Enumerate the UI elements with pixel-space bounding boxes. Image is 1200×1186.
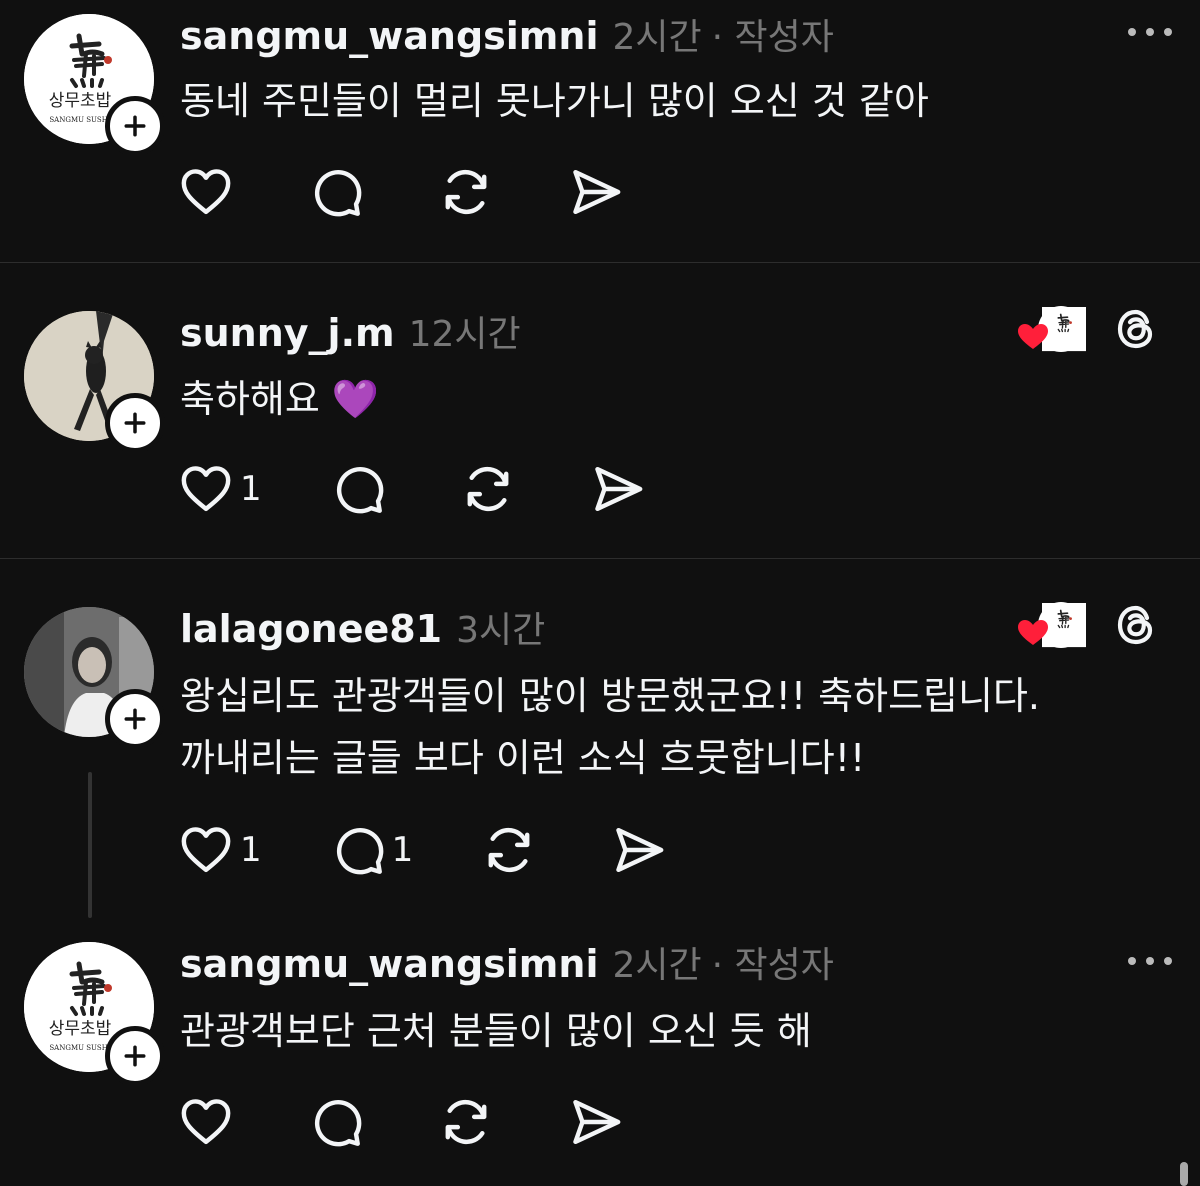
timestamp[interactable]: 2시간 bbox=[612, 936, 701, 988]
comment-text-line: 왕십리도 관광객들이 많이 방문했군요!! 축하드립니다. bbox=[180, 674, 1040, 718]
action-bar: 1 bbox=[178, 461, 720, 517]
action-bar bbox=[178, 1094, 698, 1150]
comment-icon bbox=[308, 1094, 364, 1150]
username[interactable]: lalagonee81 bbox=[180, 607, 442, 651]
reply-button[interactable] bbox=[308, 164, 364, 220]
plus-icon bbox=[120, 704, 150, 734]
logo-caption: 상무초밥 bbox=[49, 91, 112, 111]
threads-icon[interactable] bbox=[1112, 305, 1160, 353]
repost-icon bbox=[481, 822, 537, 878]
comment-text: 동네 주민들이 멀리 못나가니 많이 오신 것 같아 bbox=[180, 70, 929, 132]
repost-button[interactable] bbox=[438, 1094, 494, 1150]
repost-icon bbox=[438, 164, 494, 220]
comment-text: 축하해요 💜 bbox=[180, 368, 379, 430]
author-tag: · 작성자 bbox=[711, 945, 834, 986]
comment-icon bbox=[308, 164, 364, 220]
logo-caption-en: SANGMU SUSHI bbox=[49, 116, 110, 124]
username[interactable]: sunny_j.m bbox=[180, 311, 395, 355]
username[interactable]: sangmu_wangsimni bbox=[180, 942, 598, 986]
repost-button[interactable] bbox=[481, 822, 537, 878]
liked-by-author-badge[interactable] bbox=[1016, 601, 1087, 653]
share-button[interactable] bbox=[568, 1094, 624, 1150]
comment-header: sunny_j.m 12시간 bbox=[180, 305, 521, 357]
comment-4: 상무초밥 SANGMU SUSHI sangmu_wangsimni 2시간 ·… bbox=[0, 920, 1200, 1180]
reply-count: 1 bbox=[391, 830, 414, 870]
timestamp[interactable]: 12시간 bbox=[409, 305, 521, 357]
comment-text: 관광객보단 근처 분들이 많이 오신 듯 해 bbox=[180, 1000, 812, 1062]
comment-text-line: 관광객보단 근처 분들이 많이 오신 듯 해 bbox=[180, 1009, 812, 1053]
action-bar bbox=[178, 164, 698, 220]
comment-icon bbox=[330, 822, 386, 878]
send-icon bbox=[568, 164, 624, 220]
follow-button[interactable] bbox=[105, 96, 165, 156]
heart-icon bbox=[178, 461, 234, 517]
repost-button[interactable] bbox=[438, 164, 494, 220]
logo-caption-en: SANGMU SUSHI bbox=[49, 1044, 110, 1052]
action-bar: 1 1 bbox=[178, 822, 741, 878]
author-tag: · 작성자 bbox=[711, 17, 834, 58]
repost-button[interactable] bbox=[460, 461, 516, 517]
plus-icon bbox=[120, 408, 150, 438]
timestamp[interactable]: 3시간 bbox=[456, 601, 545, 653]
like-button[interactable]: 1 bbox=[178, 822, 262, 878]
thread-line bbox=[88, 772, 92, 918]
heart-icon bbox=[178, 1094, 234, 1150]
share-button[interactable] bbox=[590, 461, 646, 517]
follow-button[interactable] bbox=[105, 1026, 165, 1086]
red-heart-icon bbox=[1018, 602, 1087, 648]
more-icon[interactable] bbox=[1126, 951, 1174, 971]
repost-icon bbox=[460, 461, 516, 517]
comment-1: 상무초밥 SANGMU SUSHI sangmu_wangsimni 2시간 ·… bbox=[0, 0, 1200, 262]
send-icon bbox=[611, 822, 667, 878]
reply-button[interactable] bbox=[330, 461, 386, 517]
username[interactable]: sangmu_wangsimni bbox=[180, 14, 598, 58]
more-icon[interactable] bbox=[1126, 22, 1174, 42]
comment-header: lalagonee81 3시간 bbox=[180, 601, 545, 653]
like-button[interactable] bbox=[178, 164, 234, 220]
liked-by-author-badge[interactable] bbox=[1016, 305, 1087, 357]
follow-button[interactable] bbox=[105, 689, 165, 749]
like-button[interactable]: 1 bbox=[178, 461, 262, 517]
comment-3: lalagonee81 3시간 왕십리도 관광객들이 많이 방문했군요!! 축하… bbox=[0, 559, 1200, 919]
timestamp[interactable]: 2시간 bbox=[612, 8, 701, 60]
like-count: 1 bbox=[240, 469, 262, 509]
comment-text: 왕십리도 관광객들이 많이 방문했군요!! 축하드립니다. 까내리는 글들 보다… bbox=[180, 665, 1040, 789]
red-heart-icon bbox=[1018, 306, 1087, 352]
send-icon bbox=[568, 1094, 624, 1150]
comment-2: sunny_j.m 12시간 축하해요 💜 1 bbox=[0, 263, 1200, 558]
comment-text-line: 축하해요 💜 bbox=[180, 377, 380, 421]
comment-text-line: 까내리는 글들 보다 이런 소식 흐뭇합니다!! bbox=[180, 736, 866, 780]
follow-button[interactable] bbox=[105, 393, 165, 453]
send-icon bbox=[590, 461, 646, 517]
comment-header: sangmu_wangsimni 2시간 · 작성자 bbox=[180, 936, 834, 988]
scrollbar[interactable] bbox=[1180, 1162, 1188, 1186]
comment-header: sangmu_wangsimni 2시간 · 작성자 bbox=[180, 8, 834, 60]
plus-icon bbox=[120, 1041, 150, 1071]
heart-icon bbox=[178, 822, 234, 878]
comment-text-line: 동네 주민들이 멀리 못나가니 많이 오신 것 같아 bbox=[180, 79, 929, 123]
repost-icon bbox=[438, 1094, 494, 1150]
share-button[interactable] bbox=[611, 822, 667, 878]
like-button[interactable] bbox=[178, 1094, 234, 1150]
logo-caption: 상무초밥 bbox=[49, 1019, 112, 1039]
reply-button[interactable]: 1 bbox=[330, 822, 414, 878]
comment-icon bbox=[330, 461, 386, 517]
heart-icon bbox=[178, 164, 234, 220]
reply-button[interactable] bbox=[308, 1094, 364, 1150]
like-count: 1 bbox=[240, 830, 262, 870]
share-button[interactable] bbox=[568, 164, 624, 220]
plus-icon bbox=[120, 111, 150, 141]
threads-icon[interactable] bbox=[1112, 601, 1160, 649]
